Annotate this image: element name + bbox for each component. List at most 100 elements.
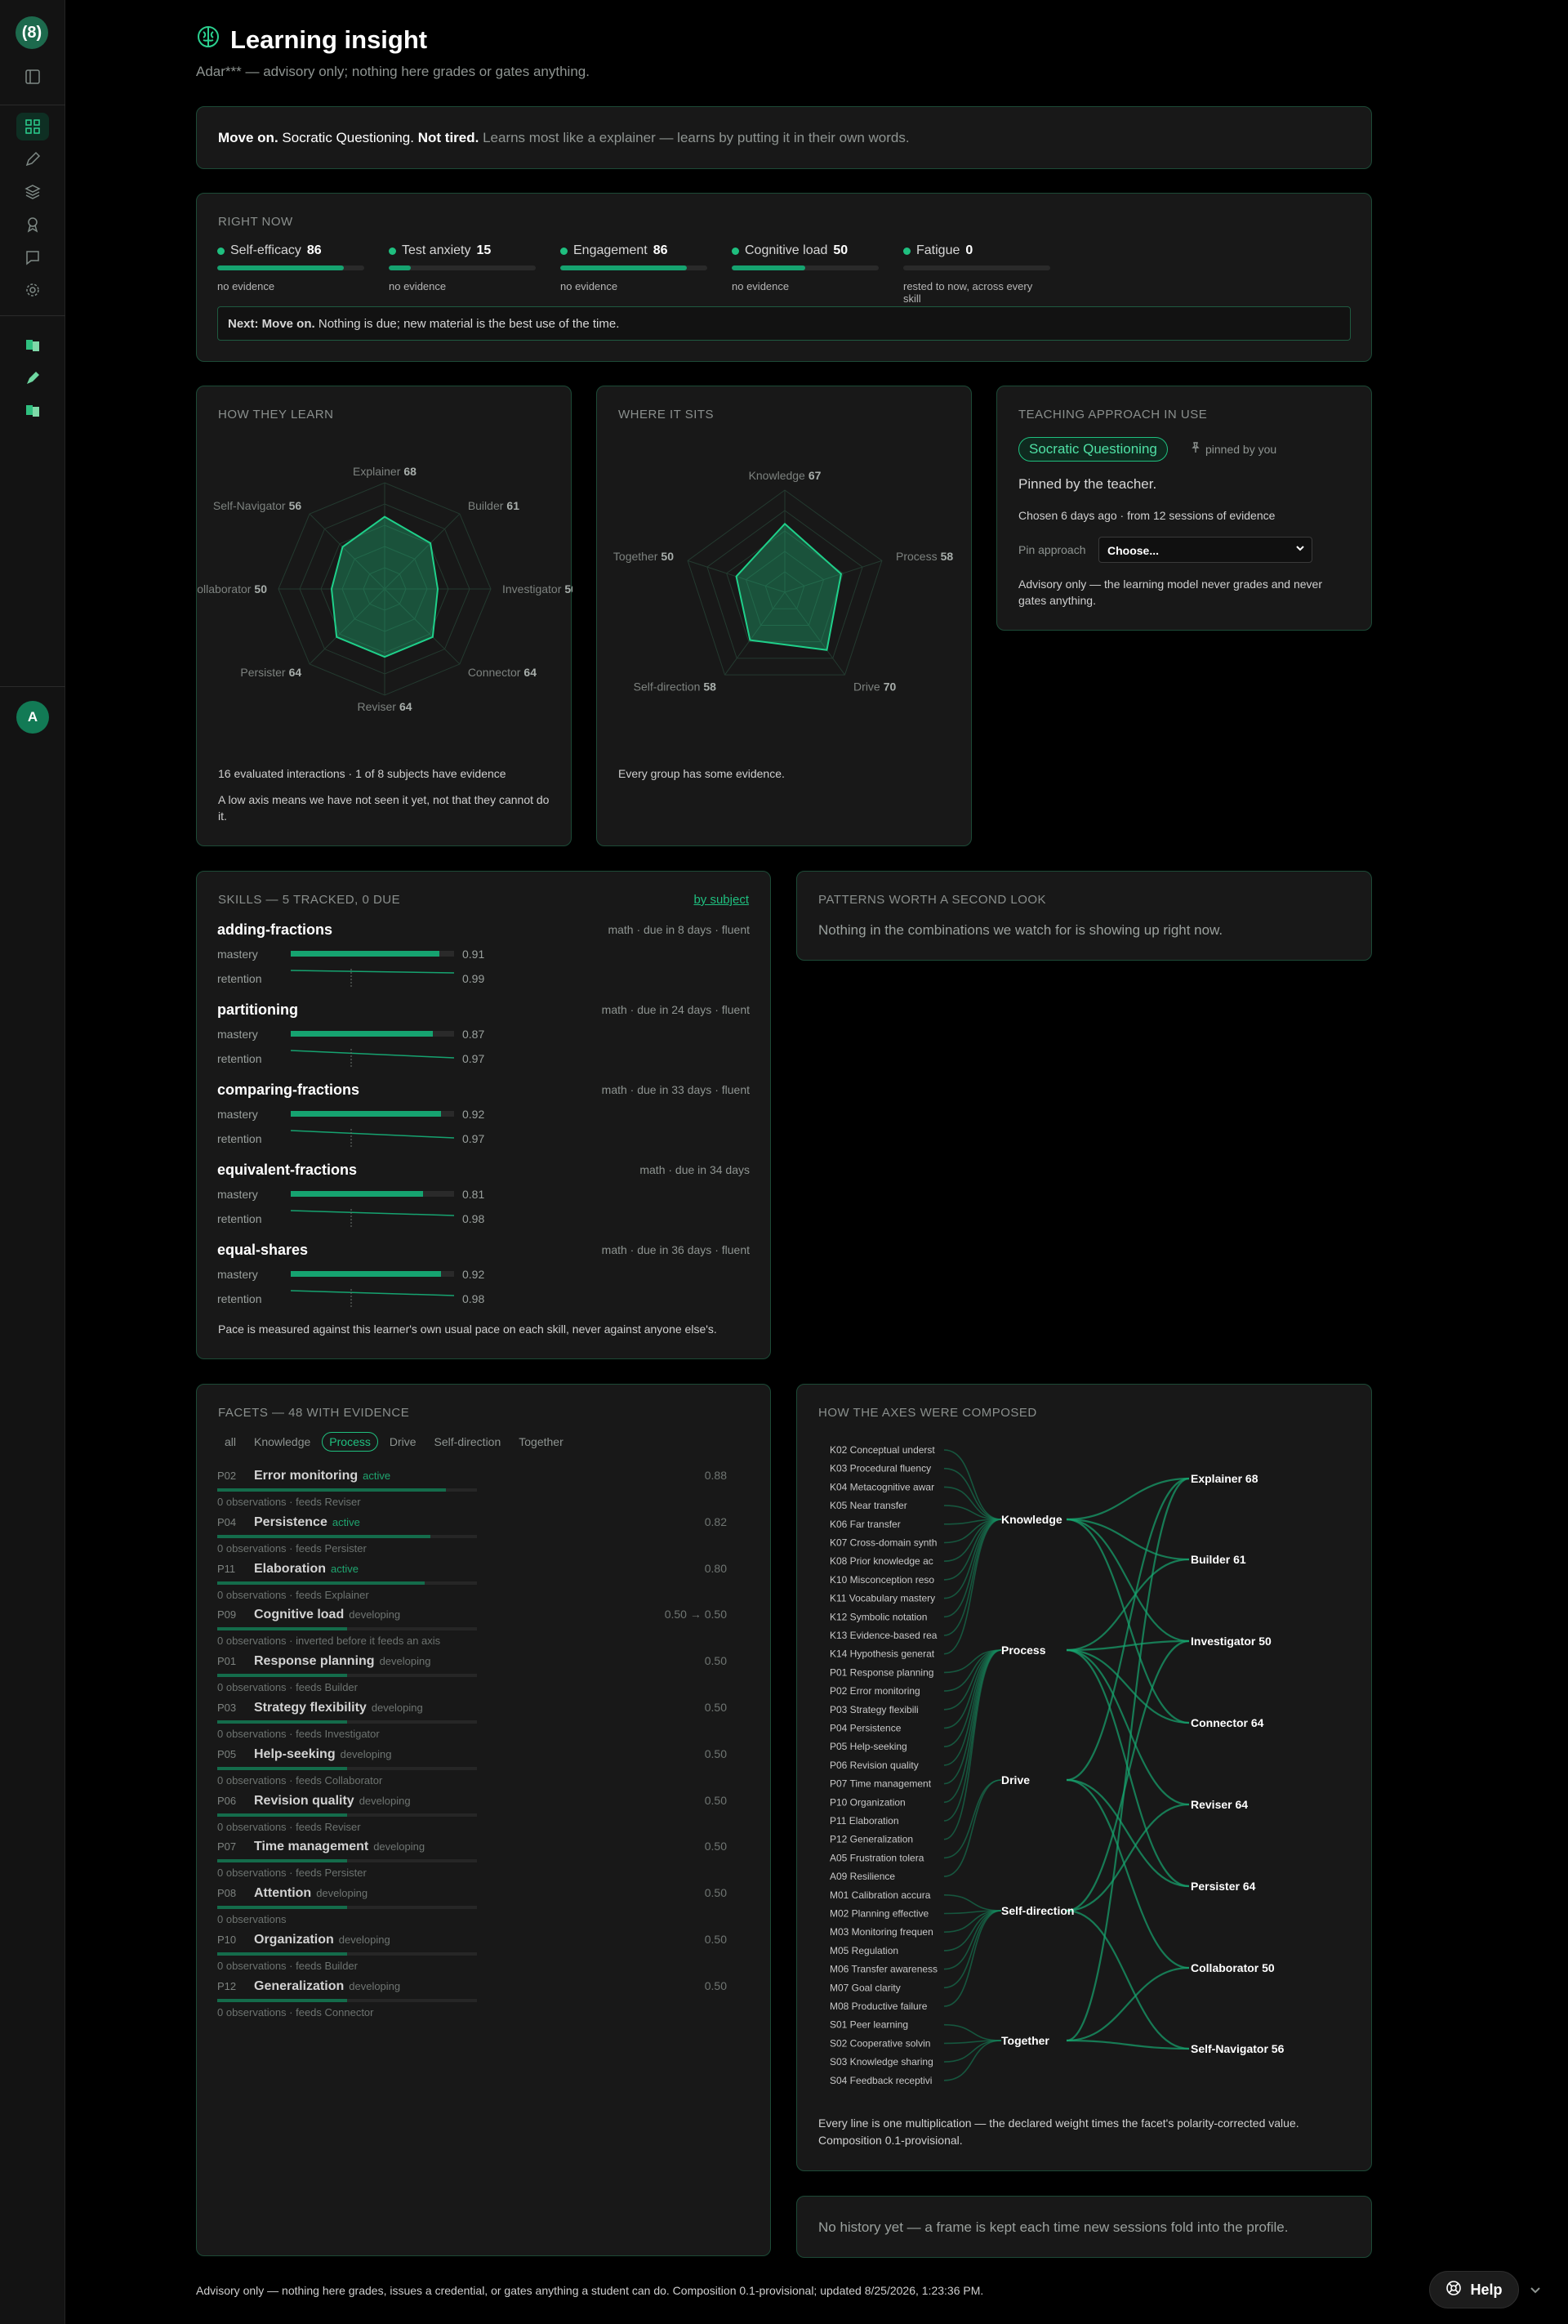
facet-node-label: P07 Time management xyxy=(830,1778,932,1790)
summary-banner: Move on. Socratic Questioning. Not tired… xyxy=(196,106,1372,169)
facet-node-label: P05 Help-seeking xyxy=(830,1741,907,1752)
metric-bar-fill xyxy=(217,265,344,270)
facet-value: 0.50 → 0.50 xyxy=(664,1608,727,1621)
chat-icon[interactable] xyxy=(16,243,49,271)
skill-row[interactable]: equal-shares math · due in 36 days · flue… xyxy=(217,1242,750,1307)
layers-icon[interactable] xyxy=(16,178,49,206)
by-subject-link[interactable]: by subject xyxy=(693,893,749,907)
metric-label: Self-efficacy xyxy=(230,243,301,257)
metric-bar-fill xyxy=(732,265,805,270)
mastery-label: mastery xyxy=(217,948,258,961)
avatar[interactable]: A xyxy=(16,701,49,734)
facet-row[interactable]: P05 Help-seeking developing 0.50 0 observati… xyxy=(217,1746,748,1786)
groups-radar-chart: Knowledge 67Process 58Drive 70Self-directio… xyxy=(613,469,953,694)
axis-link xyxy=(1066,1518,1190,1561)
radar-axis-name: Persister xyxy=(240,666,286,679)
pen-tool-icon[interactable] xyxy=(16,364,49,392)
facet-subtext: 0 observations · feeds Explainer xyxy=(217,1588,369,1601)
help-label: Help xyxy=(1470,2281,1503,2298)
facet-row[interactable]: P10 Organization developing 0.50 0 observati… xyxy=(217,1933,748,1972)
group-node-label: Process xyxy=(1001,1644,1046,1657)
retention-line xyxy=(291,1290,454,1296)
metric-1: Test anxiety 15 no evidence xyxy=(389,243,536,292)
book-icon[interactable] xyxy=(16,332,49,359)
skill-row[interactable]: equivalent-fractions math · due in 34 day… xyxy=(217,1162,750,1227)
facet-row[interactable]: P08 Attention developing 0.50 0 observations xyxy=(217,1886,748,1925)
facet-row[interactable]: P01 Response planning developing 0.50 0 obse… xyxy=(217,1654,748,1693)
metric-4: Fatigue 0 rested to now, across every skil… xyxy=(903,243,1050,305)
skill-row[interactable]: partitioning math · due in 24 days · flue… xyxy=(217,1001,750,1067)
facet-row[interactable]: P12 Generalization developing 0.50 0 observa… xyxy=(217,1979,748,2018)
facet-name: Help-seeking xyxy=(254,1746,336,1761)
composition-card: How the axes were composed K02 Conceptua… xyxy=(796,1384,1372,2171)
library-icon[interactable] xyxy=(16,397,49,425)
learn-note: A low axis means we have not seen it yet… xyxy=(218,793,550,823)
facet-tab-process[interactable]: Process xyxy=(322,1432,378,1452)
facet-tab-knowledge[interactable]: Knowledge xyxy=(247,1433,317,1451)
help-button[interactable]: Help xyxy=(1429,2271,1519,2308)
metric-note: no evidence xyxy=(217,280,275,292)
facet-tab-together[interactable]: Together xyxy=(512,1433,569,1451)
pin-select-value: Choose... xyxy=(1107,544,1160,557)
facet-link xyxy=(943,1894,1002,1911)
facet-link xyxy=(943,2023,1002,2041)
teaching-approach-card: Teaching approach in use Socratic Questi… xyxy=(996,386,1372,631)
radar-axis-value: 64 xyxy=(399,700,412,713)
pin-approach-select[interactable]: Choose... xyxy=(1098,537,1312,563)
facet-bar-fill xyxy=(217,1627,347,1631)
facet-subtext: 0 observations · feeds Collaborator xyxy=(217,1773,383,1786)
facet-bar-fill xyxy=(217,1581,425,1585)
facet-status: developing xyxy=(379,1655,431,1668)
facet-status: active xyxy=(331,1562,359,1575)
chevron-down-icon[interactable] xyxy=(1529,2283,1542,2300)
facet-value: 0.50 xyxy=(704,1654,727,1668)
facet-row[interactable]: P02 Error monitoring active 0.88 0 observati… xyxy=(217,1469,748,1508)
collapse-sidebar-icon[interactable] xyxy=(16,63,49,91)
retention-value: 0.97 xyxy=(462,1052,485,1065)
facet-tab-all[interactable]: all xyxy=(218,1433,243,1451)
radar-area xyxy=(330,515,439,658)
facet-row[interactable]: P09 Cognitive load developing 0.50 → 0.50 0 … xyxy=(217,1608,748,1647)
facet-name: Revision quality xyxy=(254,1793,354,1808)
facet-tab-self-direction[interactable]: Self-direction xyxy=(428,1433,508,1451)
facet-row[interactable]: P07 Time management developing 0.50 0 observ… xyxy=(217,1840,748,1879)
axis-link xyxy=(1066,1518,1190,1724)
mastery-label: mastery xyxy=(217,1028,258,1041)
facet-node-label: P11 Elaboration xyxy=(830,1815,899,1827)
radar-axis-label: Investigator50 xyxy=(502,582,572,595)
skill-row[interactable]: comparing-fractions math · due in 33 days… xyxy=(217,1082,750,1147)
facet-name: Persistence xyxy=(254,1514,327,1529)
status-dot xyxy=(560,247,568,255)
facet-bar xyxy=(217,1906,477,1910)
skill-meta: math · due in 33 days · fluent xyxy=(601,1083,750,1096)
facet-row[interactable]: P03 Strategy flexibility developing 0.50 0 o… xyxy=(217,1701,748,1740)
retention-value: 0.99 xyxy=(462,972,485,985)
radar-axis-name: Builder xyxy=(468,499,504,512)
radar-axis-label: Collaborator50 xyxy=(197,582,267,595)
radar-axis-value: 58 xyxy=(703,680,716,694)
badge-icon[interactable] xyxy=(16,211,49,239)
retention-label: retention xyxy=(217,972,262,985)
radar-axis-label: Process 58 xyxy=(896,550,953,563)
metric-note: no evidence xyxy=(389,280,447,292)
facet-node-label: P12 Generalization xyxy=(830,1834,913,1845)
facet-code: P03 xyxy=(217,1702,237,1714)
brain-icon xyxy=(196,25,220,56)
settings-icon[interactable] xyxy=(16,276,49,304)
dashboard-icon[interactable] xyxy=(16,113,49,141)
facet-bar-fill xyxy=(217,1488,446,1492)
app-logo[interactable]: (8) xyxy=(16,16,48,49)
facet-row[interactable]: P06 Revision quality developing 0.50 0 obser… xyxy=(217,1793,748,1833)
facet-row[interactable]: P11 Elaboration active 0.80 0 observations ·… xyxy=(217,1562,748,1601)
facet-node-label: S01 Peer learning xyxy=(830,2019,908,2031)
facet-row[interactable]: P04 Persistence active 0.82 0 observations ·… xyxy=(217,1514,748,1555)
facet-subtext: 0 observations · feeds Builder xyxy=(217,1681,358,1694)
skill-row[interactable]: adding-fractions math · due in 8 days · f… xyxy=(217,921,750,987)
facet-name: Attention xyxy=(254,1886,312,1901)
facet-subtext: 0 observations · feeds Connector xyxy=(217,2005,374,2018)
axis-node-label: Explainer 68 xyxy=(1191,1472,1258,1485)
facet-name: Time management xyxy=(254,1840,369,1854)
pencil-icon[interactable] xyxy=(16,145,49,173)
facet-code: P04 xyxy=(217,1515,237,1528)
facet-tab-drive[interactable]: Drive xyxy=(383,1433,423,1451)
